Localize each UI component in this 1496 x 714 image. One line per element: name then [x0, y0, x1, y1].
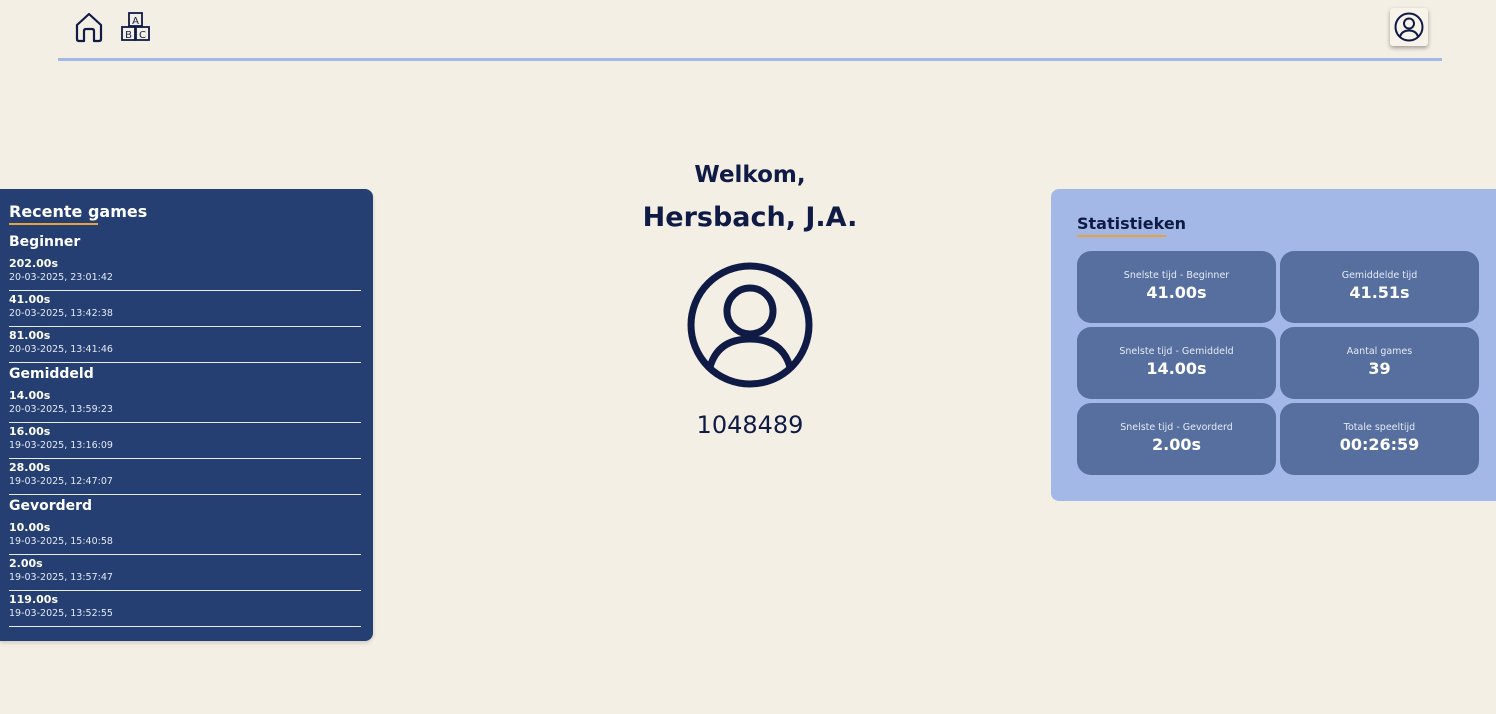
- user-number: 1048489: [696, 411, 804, 439]
- stat-value: 14.00s: [1146, 359, 1207, 378]
- stat-label: Snelste tijd - Beginner: [1123, 270, 1230, 281]
- level-heading-gemiddeld: Gemiddeld: [9, 366, 94, 382]
- abc-letter-a: A: [132, 16, 139, 27]
- stat-value: 00:26:59: [1339, 435, 1420, 454]
- stat-card-game-count: Aantal games 39: [1280, 327, 1479, 399]
- abc-letter-b: B: [125, 30, 132, 41]
- user-circle-icon: [687, 262, 813, 388]
- game-date: 19-03-2025, 13:57:47: [9, 572, 113, 583]
- game-date: 19-03-2025, 12:47:07: [9, 476, 113, 487]
- game-row[interactable]: 2.00s 19-03-2025, 13:57:47: [9, 557, 361, 591]
- level-heading-gevorderd: Gevorderd: [9, 498, 93, 514]
- game-time: 81.00s: [9, 329, 51, 342]
- stat-card-total-playtime: Totale speeltijd 00:26:59: [1280, 403, 1479, 475]
- stat-value: 39: [1368, 359, 1391, 378]
- game-row[interactable]: 119.00s 19-03-2025, 13:52:55: [9, 593, 361, 627]
- game-row[interactable]: 14.00s 20-03-2025, 13:59:23: [9, 389, 361, 423]
- abc-blocks-icon[interactable]: A B C: [119, 10, 153, 44]
- game-date: 20-03-2025, 13:59:23: [9, 404, 113, 415]
- stat-value: 41.51s: [1349, 283, 1410, 302]
- stat-card-fastest-beginner: Snelste tijd - Beginner 41.00s: [1077, 251, 1276, 323]
- top-nav: A B C: [0, 0, 1496, 62]
- game-row[interactable]: 81.00s 20-03-2025, 13:41:46: [9, 329, 361, 363]
- stat-label: Gemiddelde tijd: [1341, 270, 1418, 281]
- game-date: 20-03-2025, 23:01:42: [9, 272, 113, 283]
- game-row[interactable]: 28.00s 19-03-2025, 12:47:07: [9, 461, 361, 495]
- stat-label: Snelste tijd - Gevorderd: [1120, 422, 1233, 433]
- level-heading-beginner: Beginner: [9, 234, 81, 250]
- game-row[interactable]: 202.00s 20-03-2025, 23:01:42: [9, 257, 361, 291]
- game-time: 119.00s: [9, 593, 58, 606]
- stat-value: 2.00s: [1152, 435, 1201, 454]
- game-date: 19-03-2025, 13:16:09: [9, 440, 113, 451]
- recent-title-underline: [9, 223, 98, 225]
- game-time: 16.00s: [9, 425, 51, 438]
- game-time: 28.00s: [9, 461, 51, 474]
- game-row[interactable]: 16.00s 19-03-2025, 13:16:09: [9, 425, 361, 459]
- game-date: 19-03-2025, 13:52:55: [9, 608, 113, 619]
- welcome-text: Welkom,: [694, 162, 806, 188]
- profile-button[interactable]: [1390, 8, 1428, 46]
- statistics-title: Statistieken: [1077, 214, 1187, 233]
- user-circle-icon: [1394, 12, 1424, 42]
- game-row[interactable]: 41.00s 20-03-2025, 13:42:38: [9, 293, 361, 327]
- game-time: 41.00s: [9, 293, 51, 306]
- home-icon[interactable]: [72, 10, 106, 44]
- game-row[interactable]: 10.00s 19-03-2025, 15:40:58: [9, 521, 361, 555]
- avatar: [686, 261, 814, 389]
- game-date: 20-03-2025, 13:42:38: [9, 308, 113, 319]
- recent-games-title: Recente games: [9, 202, 148, 221]
- stat-value: 41.00s: [1146, 283, 1207, 302]
- stat-label: Totale speeltijd: [1343, 422, 1416, 433]
- game-date: 19-03-2025, 15:40:58: [9, 536, 113, 547]
- game-time: 14.00s: [9, 389, 51, 402]
- stat-label: Aantal games: [1346, 346, 1413, 357]
- stat-card-fastest-gevorderd: Snelste tijd - Gevorderd 2.00s: [1077, 403, 1276, 475]
- statistics-title-underline: [1077, 235, 1166, 237]
- nav-divider: [58, 58, 1442, 61]
- stat-card-fastest-gemiddeld: Snelste tijd - Gemiddeld 14.00s: [1077, 327, 1276, 399]
- game-time: 202.00s: [9, 257, 58, 270]
- game-date: 20-03-2025, 13:41:46: [9, 344, 113, 355]
- game-time: 2.00s: [9, 557, 43, 570]
- stat-label: Snelste tijd - Gemiddeld: [1119, 346, 1234, 357]
- abc-letter-c: C: [139, 30, 146, 41]
- game-time: 10.00s: [9, 521, 51, 534]
- user-name: Hersbach, J.A.: [642, 202, 858, 233]
- stat-card-average-time: Gemiddelde tijd 41.51s: [1280, 251, 1479, 323]
